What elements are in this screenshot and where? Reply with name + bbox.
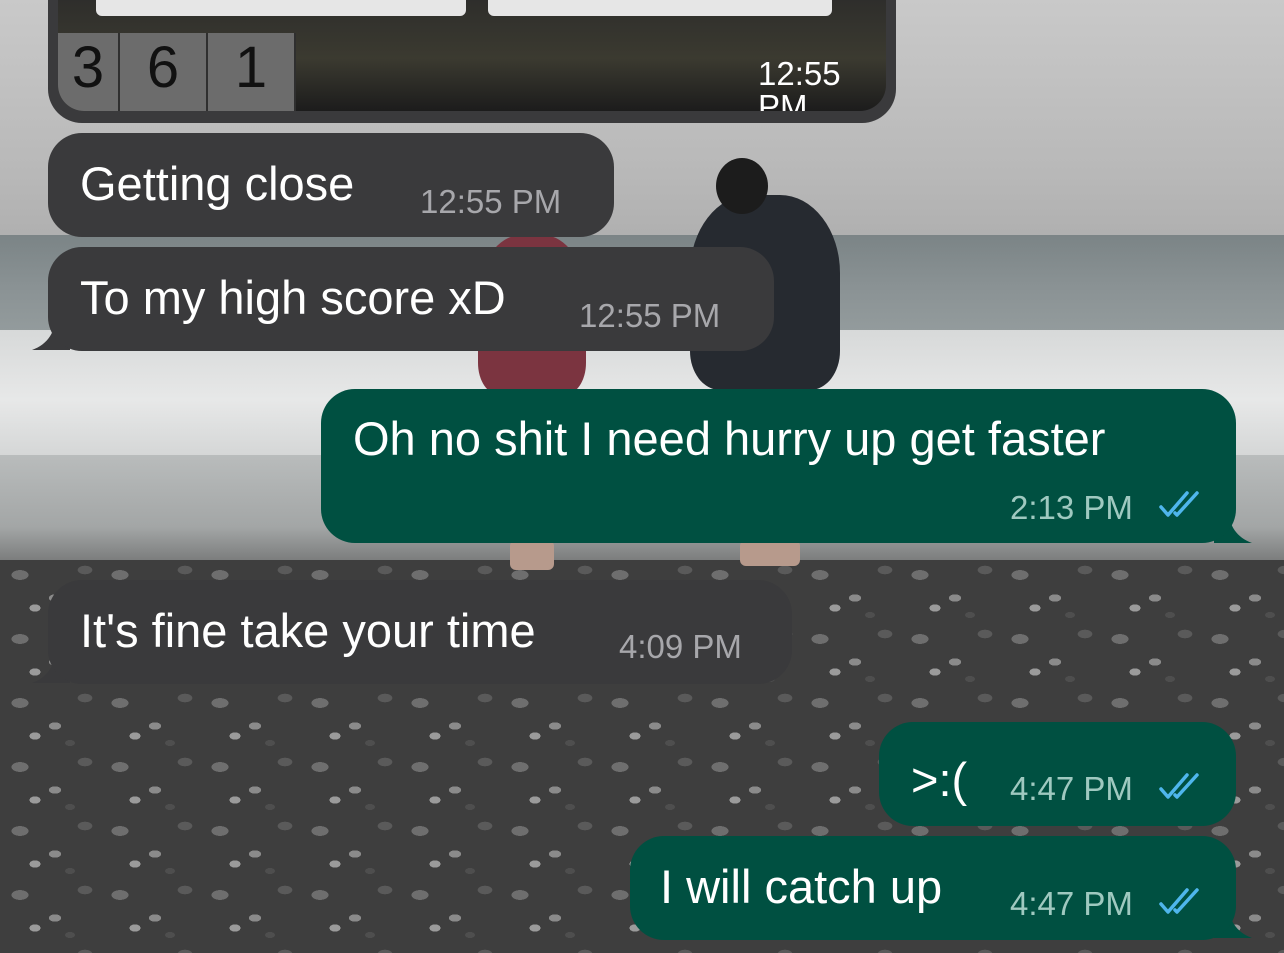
score-digit: 1 <box>208 33 296 111</box>
message-time: 4:09 PM <box>619 628 742 665</box>
image-message-bubble[interactable]: 3 6 1 12:55 PM <box>48 0 896 123</box>
game-screenshot-image[interactable]: 3 6 1 12:55 PM <box>58 0 886 111</box>
score-digit: 3 <box>58 33 120 111</box>
message-text: Oh no shit I need hurry up get faster <box>353 412 1106 465</box>
message-time: 4:47 PM <box>1010 885 1133 922</box>
chat-message-list[interactable]: 3 6 1 12:55 PM Getting close 12:55 PM To… <box>0 0 1284 953</box>
score-digit: 6 <box>120 33 208 111</box>
read-double-check-icon <box>1159 773 1199 799</box>
message-time: 12:55 PM <box>420 183 562 220</box>
message-time: 4:47 PM <box>1010 770 1133 807</box>
outgoing-message-bubble[interactable]: >:( 4:47 PM <box>879 722 1236 826</box>
outgoing-message-bubble[interactable]: Oh no shit I need hurry up get faster 2:… <box>321 389 1236 543</box>
game-tile <box>96 0 466 16</box>
message-text: To my high score xD <box>80 271 506 324</box>
message-text: I will catch up <box>660 860 943 913</box>
message-time: 12:55 PM <box>758 55 841 111</box>
read-double-check-icon <box>1159 491 1199 517</box>
incoming-message-bubble[interactable]: To my high score xD 12:55 PM <box>48 247 774 351</box>
message-time: 2:13 PM <box>1010 489 1133 526</box>
outgoing-message-bubble[interactable]: I will catch up 4:47 PM <box>630 836 1236 940</box>
game-tile <box>488 0 832 16</box>
message-text: It's fine take your time <box>80 604 536 657</box>
message-text: Getting close <box>80 157 355 210</box>
message-time: 12:55 PM <box>579 297 721 334</box>
message-text: >:( <box>911 753 968 806</box>
incoming-message-bubble[interactable]: It's fine take your time 4:09 PM <box>48 580 792 684</box>
incoming-message-bubble[interactable]: Getting close 12:55 PM <box>48 133 614 237</box>
read-double-check-icon <box>1159 888 1199 914</box>
